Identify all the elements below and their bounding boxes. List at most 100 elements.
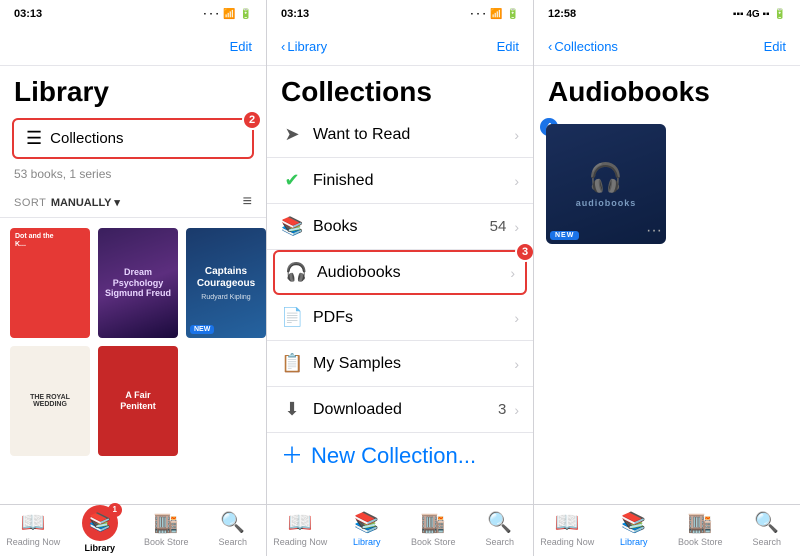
search-icon-left: 🔍 <box>220 510 245 535</box>
tab-search-left[interactable]: 🔍 Search <box>200 510 267 547</box>
page-title-right: Audiobooks <box>534 66 800 112</box>
bookstore-icon: 🏬 <box>154 510 179 535</box>
tab-bookstore-label-mid: Book Store <box>411 537 456 547</box>
tab-search-label-left: Search <box>218 537 247 547</box>
collections-badge: 2 <box>242 110 262 130</box>
shelf-row-1: Dot and theK... DreamPsychologySigmund F… <box>10 228 256 338</box>
collection-item-want-read[interactable]: ➤ Want to Read › <box>267 112 533 158</box>
chevron-audiobooks: › <box>510 265 515 281</box>
tab-library-label: Library <box>84 543 115 553</box>
back-chevron-right: ‹ <box>548 39 552 54</box>
tab-reading-now-right[interactable]: 📖 Reading Now <box>534 510 601 547</box>
headphone-icon: 🎧 <box>588 161 624 194</box>
chevron-want-read: › <box>514 127 519 143</box>
samples-label: My Samples <box>313 355 401 373</box>
nav-bar-mid: ‹ Library Edit <box>267 28 533 66</box>
mid-panel: 03:13 · · · 📶 🔋 ‹ Library Edit Collectio… <box>267 0 534 556</box>
search-icon-mid: 🔍 <box>487 510 512 535</box>
nav-bar-left: Edit <box>0 28 266 66</box>
chevron-finished: › <box>514 173 519 189</box>
sort-label: SORT <box>14 197 46 209</box>
book-cover-dream[interactable]: DreamPsychologySigmund Freud <box>98 228 178 338</box>
tab-library-left[interactable]: 📚 1 Library <box>67 505 134 553</box>
chevron-pdfs: › <box>514 310 519 326</box>
edit-button-right[interactable]: Edit <box>764 39 786 54</box>
page-title-mid: Collections <box>267 66 533 112</box>
tab-reading-now-label-right: Reading Now <box>540 537 594 547</box>
books-grid: Dot and theK... DreamPsychologySigmund F… <box>0 218 266 504</box>
library-icon-right: 📚 <box>621 510 646 535</box>
tab-search-mid[interactable]: 🔍 Search <box>467 510 534 547</box>
audiobooks-badge: 3 <box>515 242 533 262</box>
collection-item-pdfs[interactable]: 📄 PDFs › <box>267 295 533 341</box>
search-icon-right: 🔍 <box>754 510 779 535</box>
pdfs-label: PDFs <box>313 309 353 327</box>
book-cover-captains[interactable]: CaptainsCourageous Rudyard Kipling NEW <box>186 228 266 338</box>
downloaded-icon: ⬇ <box>281 399 303 420</box>
status-time-right: 12:58 <box>548 8 576 20</box>
book-cover-fair[interactable]: A FairPenitent <box>98 346 178 456</box>
tab-reading-now-label: Reading Now <box>6 537 60 547</box>
want-read-label: Want to Read <box>313 126 410 144</box>
back-chevron-mid: ‹ <box>281 39 285 54</box>
tab-bar-right: 📖 Reading Now 📚 Library 🏬 Book Store 🔍 S… <box>534 504 800 556</box>
books-count: 54 <box>490 218 507 235</box>
tab-search-right[interactable]: 🔍 Search <box>734 510 800 547</box>
back-label-right: Collections <box>554 39 618 54</box>
status-bar-left: 03:13 · · · 📶 🔋 <box>0 0 266 28</box>
library-badge-dot: 1 <box>108 503 122 517</box>
tab-bookstore-right[interactable]: 🏬 Book Store <box>667 510 734 547</box>
status-bar-right: 12:58 ▪▪▪ 4G ▪▪ 🔋 <box>534 0 800 28</box>
right-panel: 12:58 ▪▪▪ 4G ▪▪ 🔋 ‹ Collections Edit Aud… <box>534 0 800 556</box>
audiobook-cover-text: audiobooks <box>576 198 637 208</box>
tab-bookstore-mid[interactable]: 🏬 Book Store <box>400 510 467 547</box>
audiobooks-icon: 🎧 <box>285 262 307 283</box>
finished-icon: ✔ <box>281 170 303 191</box>
collections-row[interactable]: ☰ Collections 2 <box>12 118 254 159</box>
back-button-mid[interactable]: ‹ Library <box>281 39 327 54</box>
edit-button-left[interactable]: Edit <box>230 39 252 54</box>
status-icons-right: ▪▪▪ 4G ▪▪ 🔋 <box>733 9 786 20</box>
tab-reading-now-left[interactable]: 📖 Reading Now <box>0 510 67 547</box>
audiobook-more-icon[interactable]: ··· <box>646 222 662 240</box>
audiobooks-grid: 4 🎧 audiobooks NEW ··· <box>534 112 800 504</box>
collection-item-downloaded[interactable]: ⬇ Downloaded 3 › <box>267 387 533 433</box>
list-view-icon[interactable]: ≡ <box>243 193 252 211</box>
collection-item-audiobooks[interactable]: 🎧 Audiobooks › 3 <box>273 250 527 295</box>
reading-now-icon-right: 📖 <box>555 510 580 535</box>
reading-now-icon-mid: 📖 <box>288 510 313 535</box>
book-cover-royal[interactable]: THE ROYAL WEDDING <box>10 346 90 456</box>
tab-reading-now-label-mid: Reading Now <box>273 537 327 547</box>
books-icon: 📚 <box>281 216 303 237</box>
collection-item-books[interactable]: 📚 Books 54 › <box>267 204 533 250</box>
status-icons-left: · · · 📶 🔋 <box>204 9 252 20</box>
chevron-downloaded: › <box>514 402 519 418</box>
reading-now-icon: 📖 <box>21 510 46 535</box>
edit-button-mid[interactable]: Edit <box>497 39 519 54</box>
new-collection-button[interactable]: ＋ New Collection... <box>267 433 533 479</box>
tab-search-label-mid: Search <box>485 537 514 547</box>
sort-row: SORT MANUALLY ▾ ≡ <box>0 187 266 218</box>
tab-reading-now-mid[interactable]: 📖 Reading Now <box>267 510 334 547</box>
tab-bar-left: 📖 Reading Now 📚 1 Library 🏬 Book Store 🔍… <box>0 504 266 556</box>
want-read-icon: ➤ <box>281 124 303 145</box>
collection-item-finished[interactable]: ✔ Finished › <box>267 158 533 204</box>
tab-library-right[interactable]: 📚 Library <box>601 510 668 547</box>
tab-bookstore-label-right: Book Store <box>678 537 723 547</box>
book-cover-dot[interactable]: Dot and theK... <box>10 228 90 338</box>
back-button-right[interactable]: ‹ Collections <box>548 39 618 54</box>
tab-bar-mid: 📖 Reading Now 📚 Library 🏬 Book Store 🔍 S… <box>267 504 533 556</box>
status-time-mid: 03:13 <box>281 8 309 20</box>
audiobook-item[interactable]: 4 🎧 audiobooks NEW ··· <box>546 124 666 244</box>
collection-item-samples[interactable]: 📋 My Samples › <box>267 341 533 387</box>
bookstore-icon-right: 🏬 <box>688 510 713 535</box>
status-icons-mid: · · · 📶 🔋 <box>471 9 519 20</box>
tab-library-mid[interactable]: 📚 Library <box>334 510 401 547</box>
tab-bookstore-left[interactable]: 🏬 Book Store <box>133 510 200 547</box>
books-label: Books <box>313 218 357 236</box>
sort-value[interactable]: MANUALLY ▾ <box>51 197 120 209</box>
collections-label: Collections <box>50 130 123 147</box>
library-icon-mid: 📚 <box>354 510 379 535</box>
left-panel: 03:13 · · · 📶 🔋 Edit Library ☰ Collectio… <box>0 0 267 556</box>
plus-icon: ＋ <box>281 445 303 467</box>
